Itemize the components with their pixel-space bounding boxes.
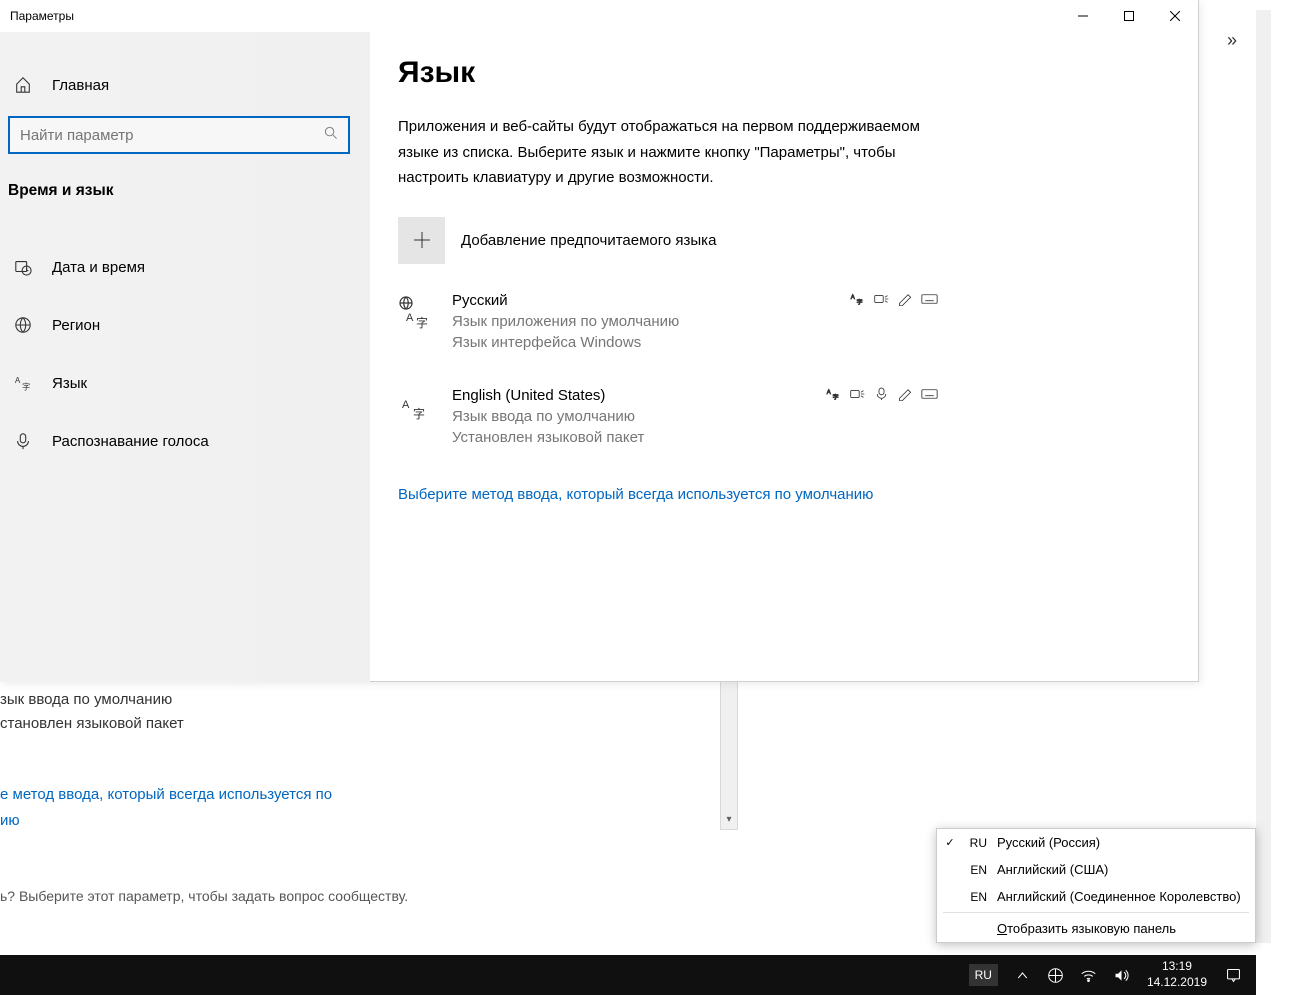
sidebar-category: Время и язык [0, 162, 370, 222]
titlebar: Параметры [0, 0, 1198, 32]
language-row[interactable]: A 字 Русский Язык приложения по умолчанию… [398, 292, 938, 351]
language-name: English (United States) [452, 387, 805, 404]
svg-text:字: 字 [833, 393, 839, 401]
sidebar-item-label: Язык [52, 375, 87, 392]
tray-clock[interactable]: 13:19 14.12.2019 [1139, 959, 1215, 990]
svg-text:字: 字 [22, 381, 30, 391]
svg-text:A: A [851, 295, 855, 301]
page-description: Приложения и веб-сайты будут отображатьс… [398, 114, 936, 191]
language-glyph-icon: A 字 [398, 292, 432, 332]
search-input[interactable] [20, 127, 324, 144]
search-box[interactable] [8, 116, 350, 154]
svg-text:A: A [406, 312, 414, 324]
tray-notifications-icon[interactable] [1217, 955, 1250, 995]
tray-wifi-icon[interactable] [1073, 955, 1104, 995]
language-glyph-icon: A 字 [398, 387, 432, 427]
maximize-button[interactable] [1106, 0, 1152, 32]
default-input-method-link[interactable]: Выберите метод ввода, который всегда исп… [398, 482, 918, 508]
language-option[interactable]: EN Английский (США) [937, 856, 1255, 883]
page-heading: Язык [398, 56, 1178, 90]
check-icon: ✓ [943, 836, 957, 849]
language-feature-icons: A字 [825, 387, 938, 401]
language-code: EN [965, 890, 989, 904]
show-language-bar[interactable]: Отобразить языковую панель [937, 915, 1255, 942]
sidebar-item-region[interactable]: Регион [0, 302, 370, 348]
svg-text:A: A [402, 399, 410, 411]
settings-window: Параметры Главная Время и язык Дата и вр… [0, 0, 1199, 682]
tray-chevron-up-icon[interactable] [1007, 955, 1038, 995]
tray-volume-icon[interactable] [1106, 955, 1137, 995]
background-link[interactable]: е метод ввода, который всегда использует… [0, 782, 735, 833]
sidebar-item-label: Дата и время [52, 259, 145, 276]
add-language-button[interactable]: Добавление предпочитаемого языка [398, 217, 1178, 264]
language-code: EN [965, 863, 989, 877]
language-option[interactable]: ✓ RU Русский (Россия) [937, 829, 1255, 856]
language-meta: Язык ввода по умолчанию [452, 408, 805, 425]
taskbar: RU 13:19 14.12.2019 [0, 955, 1256, 995]
svg-text:A: A [827, 390, 831, 396]
language-code: RU [965, 836, 989, 850]
overflow-chevron-icon[interactable]: » [1227, 30, 1237, 51]
svg-text:字: 字 [857, 298, 863, 306]
svg-text:字: 字 [416, 315, 428, 329]
sidebar: Главная Время и язык Дата и время Регион… [0, 32, 370, 682]
sidebar-item-label: Регион [52, 317, 100, 334]
add-language-label: Добавление предпочитаемого языка [461, 232, 716, 249]
language-row[interactable]: A 字 English (United States) Язык ввода п… [398, 387, 938, 446]
microphone-icon [14, 432, 32, 450]
page-scrollbar[interactable] [1256, 10, 1271, 943]
search-icon [324, 126, 338, 145]
language-option[interactable]: EN Английский (Соединенное Королевство) [937, 883, 1255, 910]
language-meta: Язык приложения по умолчанию [452, 313, 829, 330]
tray-network-icon[interactable] [1040, 955, 1071, 995]
sidebar-home-label: Главная [52, 77, 109, 94]
home-icon [14, 76, 32, 94]
plus-icon [398, 217, 445, 264]
background-text: становлен языковой пакет [0, 712, 735, 736]
sidebar-item-datetime[interactable]: Дата и время [0, 244, 370, 290]
language-option-name: Русский (Россия) [997, 835, 1100, 850]
language-switcher-popup: ✓ RU Русский (Россия) EN Английский (США… [936, 828, 1256, 943]
language-meta: Язык интерфейса Windows [452, 334, 829, 351]
background-help-text: ь? Выберите этот параметр, чтобы задать … [0, 888, 408, 904]
calendar-clock-icon [14, 258, 32, 276]
language-option-name: Английский (США) [997, 862, 1108, 877]
sidebar-home[interactable]: Главная [0, 62, 370, 108]
sidebar-item-label: Распознавание голоса [52, 433, 209, 450]
globe-icon [14, 316, 32, 334]
language-option-name: Английский (Соединенное Королевство) [997, 889, 1241, 904]
minimize-button[interactable] [1060, 0, 1106, 32]
background-text: зык ввода по умолчанию [0, 688, 735, 712]
language-meta: Установлен языковой пакет [452, 429, 805, 446]
tray-language[interactable]: RU [962, 955, 1005, 995]
language-icon: A字 [14, 374, 32, 392]
main-content: Язык Приложения и веб-сайты будут отобра… [398, 56, 1178, 681]
language-name: Русский [452, 292, 829, 309]
language-feature-icons: A字 [849, 292, 938, 306]
svg-text:A: A [15, 376, 21, 385]
window-title: Параметры [10, 9, 74, 23]
sidebar-item-speech[interactable]: Распознавание голоса [0, 418, 370, 464]
close-button[interactable] [1152, 0, 1198, 32]
svg-text:字: 字 [413, 406, 425, 421]
sidebar-item-language[interactable]: A字 Язык [0, 360, 370, 406]
